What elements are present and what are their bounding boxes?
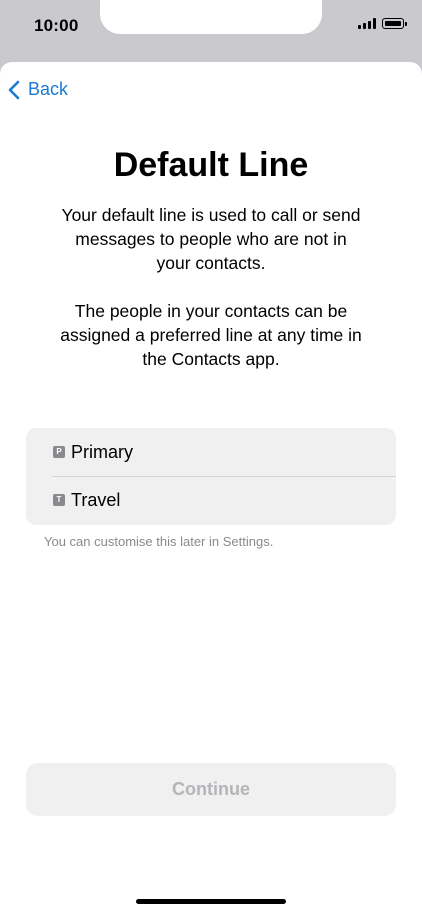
back-button[interactable]: Back bbox=[8, 79, 68, 100]
home-indicator[interactable] bbox=[136, 899, 286, 904]
status-bar: 10:00 bbox=[0, 0, 422, 62]
back-label: Back bbox=[28, 79, 69, 99]
settings-footnote: You can customise this later in Settings… bbox=[44, 534, 274, 549]
phone-screen: 10:00 Back Default Line Your default lin… bbox=[0, 0, 422, 913]
chevron-left-icon bbox=[8, 80, 20, 99]
default-line-sheet: Back Default Line Your default line is u… bbox=[0, 62, 422, 913]
line-option-primary[interactable]: P Primary bbox=[26, 428, 396, 476]
line-badge-icon: P bbox=[53, 446, 65, 458]
description-default-line: Your default line is used to call or sen… bbox=[61, 205, 361, 273]
continue-button[interactable]: Continue bbox=[26, 763, 396, 816]
status-time: 10:00 bbox=[34, 16, 79, 35]
line-option-travel[interactable]: T Travel bbox=[26, 476, 396, 524]
line-options-list: P Primary T Travel bbox=[26, 428, 396, 525]
notch bbox=[100, 0, 322, 34]
description-contacts: The people in your contacts can be assig… bbox=[60, 301, 362, 369]
cellular-signal-icon bbox=[358, 18, 376, 29]
line-option-label: Travel bbox=[71, 489, 121, 510]
page-title: Default Line bbox=[113, 146, 309, 184]
line-badge-icon: T bbox=[53, 494, 65, 506]
battery-icon bbox=[382, 18, 407, 29]
line-option-label: Primary bbox=[71, 441, 133, 462]
status-icons bbox=[358, 18, 407, 29]
